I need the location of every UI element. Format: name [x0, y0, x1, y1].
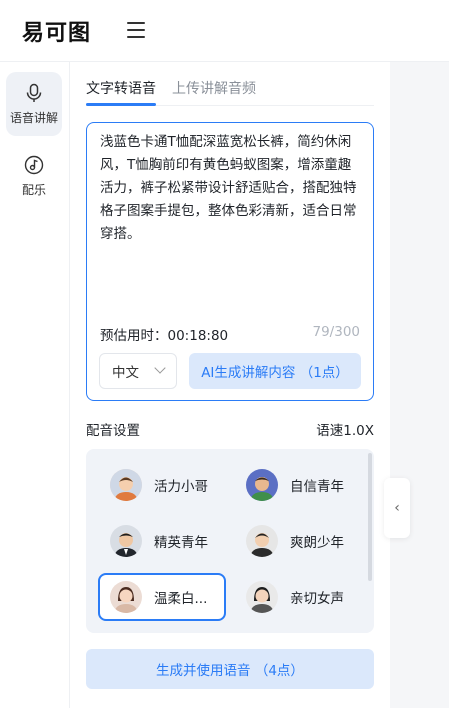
- voice-option[interactable]: 亲切女声: [234, 573, 362, 621]
- tab-bar: 文字转语音 上传讲解音频: [86, 76, 374, 106]
- tab-upload-audio[interactable]: 上传讲解音频: [172, 78, 256, 98]
- voice-name: 亲切女声: [290, 591, 344, 607]
- chevron-down-icon: [154, 362, 166, 374]
- scrollbar[interactable]: [368, 453, 372, 581]
- music-note-icon: [24, 155, 44, 174]
- sidebar-item-voice-narration[interactable]: 语音讲解: [6, 72, 62, 136]
- avatar: [110, 525, 142, 557]
- tab-text-to-speech[interactable]: 文字转语音: [86, 78, 156, 98]
- voice-option[interactable]: 爽朗少年: [234, 517, 362, 565]
- tts-panel: 文字转语音 上传讲解音频 浅蓝色卡通T恤配深蓝宽松长裤，简约休闲风，T恤胸前印有…: [70, 62, 390, 708]
- voice-settings-header: 配音设置 语速1.0X: [86, 419, 374, 439]
- voice-name: 精英青年: [154, 535, 208, 551]
- sidebar-item-music[interactable]: 配乐: [6, 144, 62, 208]
- voice-name: 爽朗少年: [290, 535, 344, 551]
- voice-option[interactable]: 活力小哥: [98, 461, 226, 509]
- script-textarea[interactable]: 浅蓝色卡通T恤配深蓝宽松长裤，简约休闲风，T恤胸前印有黄色蚂蚁图案，增添童趣活力…: [86, 122, 374, 401]
- avatar: [110, 581, 142, 613]
- generate-voice-button[interactable]: 生成并使用语音 （4点）: [86, 649, 374, 689]
- voice-name: 温柔白...: [154, 591, 208, 607]
- voice-option-selected[interactable]: 温柔白...: [98, 573, 226, 621]
- top-bar: 易可图: [0, 0, 449, 62]
- voice-name: 自信青年: [290, 479, 344, 495]
- voice-settings-title: 配音设置: [86, 423, 140, 439]
- collapse-panel-button[interactable]: ‹: [384, 478, 410, 538]
- avatar: [246, 581, 278, 613]
- avatar: [246, 469, 278, 501]
- speed-setting[interactable]: 语速1.0X: [316, 419, 374, 439]
- language-value: 中文: [112, 365, 139, 381]
- script-text[interactable]: 浅蓝色卡通T恤配深蓝宽松长裤，简约休闲风，T恤胸前印有黄色蚂蚁图案，增添童趣活力…: [100, 131, 362, 246]
- avatar: [110, 469, 142, 501]
- ai-generate-button[interactable]: AI生成讲解内容 （1点）: [189, 353, 361, 389]
- preview-area: [390, 62, 449, 708]
- sidebar-item-label: 语音讲解: [9, 110, 58, 125]
- sidebar: 语音讲解 配乐: [0, 62, 70, 708]
- hamburger-icon[interactable]: [127, 22, 145, 38]
- chevron-left-icon: ‹: [394, 500, 400, 516]
- voice-option[interactable]: 自信青年: [234, 461, 362, 509]
- sidebar-item-label: 配乐: [21, 182, 46, 197]
- active-tab-indicator: [86, 103, 156, 106]
- logo[interactable]: 易可图: [22, 17, 92, 46]
- voice-option[interactable]: 精英青年: [98, 517, 226, 565]
- char-counter: 79/300: [312, 324, 361, 340]
- language-select[interactable]: 中文: [99, 353, 177, 389]
- logo-text: 易可图: [22, 21, 92, 46]
- voice-list: 活力小哥 自信青年 精英青年 爽朗少年 温柔白... 亲切女声: [86, 449, 374, 633]
- estimated-duration: 预估用时：00:18:80: [100, 328, 229, 344]
- avatar: [246, 525, 278, 557]
- microphone-icon: [26, 83, 42, 102]
- voice-name: 活力小哥: [154, 479, 208, 495]
